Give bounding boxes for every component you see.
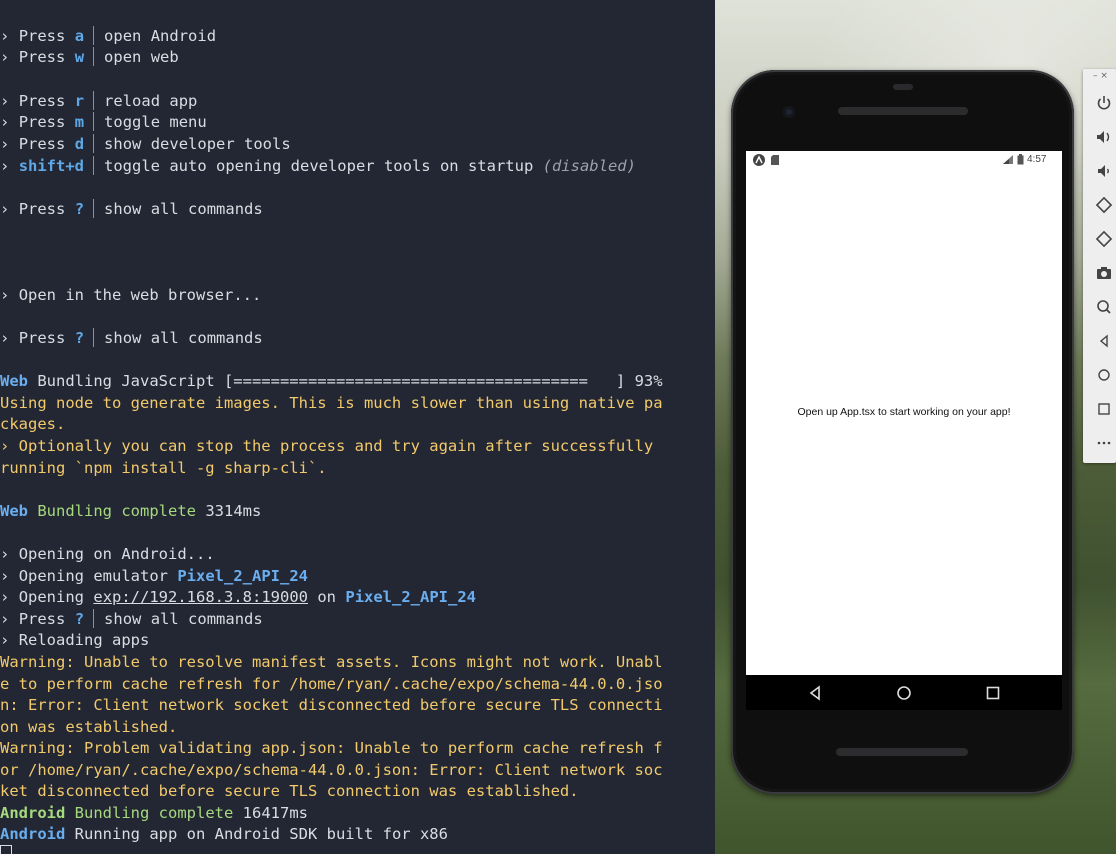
clock: 4:57 (1027, 154, 1047, 165)
command-row-help: › Press ? show all commands (0, 199, 263, 218)
bottom-speaker (836, 748, 968, 756)
opening-android-line: › Opening on Android... (0, 545, 215, 563)
warning-line: e to perform cache refresh for /home/rya… (0, 675, 663, 693)
opening-emulator-line: › Opening emulator Pixel_2_API_24 (0, 567, 308, 585)
warning-line: › Optionally you can stop the process an… (0, 437, 654, 455)
command-row-devtools: › Press d show developer tools (0, 134, 291, 153)
earpiece (838, 107, 968, 115)
rotate-left-icon[interactable] (1094, 195, 1114, 215)
warning-line: or /home/ryan/.cache/expo/schema-44.0.0.… (0, 761, 663, 779)
command-row-web: › Press w open web (0, 47, 179, 66)
warning-line: Warning: Unable to resolve manifest asse… (0, 653, 663, 671)
android-bundling-complete: Android Bundling complete 16417ms (0, 804, 308, 822)
command-row-android: › Press a open Android (0, 26, 217, 45)
camera-icon[interactable] (1094, 263, 1114, 283)
warning-line: ckages. (0, 415, 66, 433)
warning-line: on was established. (0, 718, 178, 736)
more-icon[interactable] (1094, 433, 1114, 453)
warning-line: Warning: Problem validating app.json: Un… (0, 739, 663, 757)
web-bundling-progress: Web Bundling JavaScript [===============… (0, 372, 663, 390)
warning-line: running `npm install -g sharp-cli`. (0, 459, 327, 477)
status-bar: 4:57 (746, 151, 1062, 169)
recents-nav-icon[interactable] (982, 682, 1004, 704)
speaker-grille (893, 84, 913, 90)
command-row-menu: › Press m toggle menu (0, 112, 207, 131)
volume-down-icon[interactable] (1094, 161, 1114, 181)
back-icon[interactable] (1094, 331, 1114, 351)
open-web-line: › Open in the web browser... (0, 286, 262, 304)
expo-notification-icon (753, 154, 765, 166)
warning-line: Using node to generate images. This is m… (0, 394, 663, 412)
volume-up-icon[interactable] (1094, 127, 1114, 147)
emulator-screen[interactable]: 4:57 Open up App.tsx to start working on… (746, 151, 1062, 675)
terminal-window[interactable]: › Press a open Android › Press w open web … (0, 0, 715, 854)
overview-icon[interactable] (1094, 399, 1114, 419)
back-nav-icon[interactable] (804, 682, 826, 704)
warning-line: n: Error: Client network socket disconne… (0, 696, 663, 714)
android-running-line: Android Running app on Android SDK built… (0, 825, 448, 843)
command-row-help-2: › Press ? show all commands (0, 328, 263, 347)
reloading-line: › Reloading apps (0, 631, 150, 649)
emulator-side-toolbar: – × (1083, 69, 1116, 463)
power-icon[interactable] (1094, 93, 1114, 113)
command-row-reload: › Press r reload app (0, 91, 198, 110)
sd-card-icon (771, 155, 779, 165)
terminal-cursor (0, 845, 12, 854)
front-camera (783, 106, 795, 118)
home-icon[interactable] (1094, 365, 1114, 385)
warning-line: ket disconnected before secure TLS conne… (0, 782, 579, 800)
expo-url-link[interactable]: exp://192.168.3.8:19000 (93, 588, 308, 606)
zoom-icon[interactable] (1094, 297, 1114, 317)
android-nav-bar (746, 675, 1062, 710)
home-nav-icon[interactable] (893, 682, 915, 704)
battery-icon (1017, 154, 1024, 165)
signal-icon (1003, 155, 1013, 164)
rotate-right-icon[interactable] (1094, 229, 1114, 249)
command-row-auto-devtools: › shift+d toggle auto opening developer t… (0, 156, 636, 175)
command-row-help-3: › Press ? show all commands (0, 609, 263, 628)
web-bundling-complete: Web Bundling complete 3314ms (0, 502, 262, 520)
opening-url-line: › Opening exp://192.168.3.8:19000 on Pix… (0, 588, 477, 606)
toolbar-window-controls[interactable]: – × (1083, 69, 1116, 85)
app-message: Open up App.tsx to start working on your… (797, 406, 1011, 418)
